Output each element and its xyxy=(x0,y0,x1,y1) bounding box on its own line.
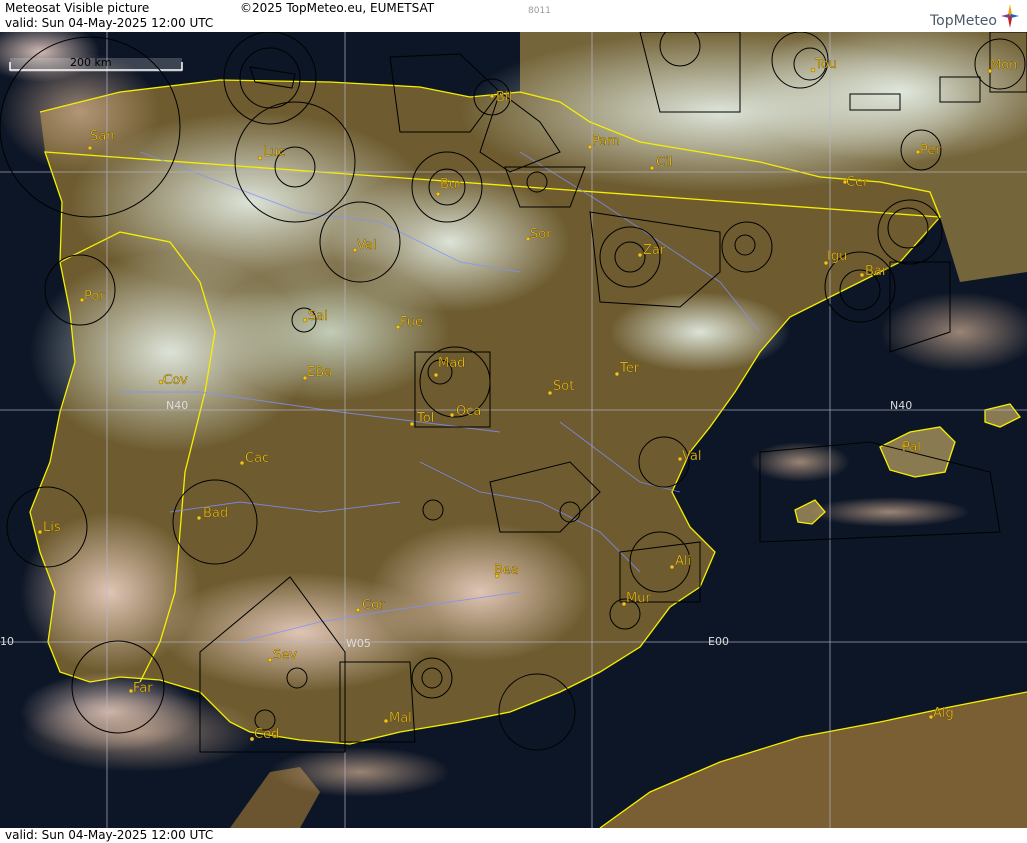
city-ali: Ali xyxy=(675,554,691,569)
scale-bar: 200 km xyxy=(9,56,183,72)
city-cer: Cer xyxy=(846,175,869,190)
city-mon: Mon xyxy=(990,58,1017,73)
city-per: Per xyxy=(920,143,941,158)
label-lat-n40-left: N40 xyxy=(166,399,188,412)
city-sev: Sev xyxy=(273,648,297,663)
city-ter: Ter xyxy=(619,361,640,376)
scale-label: 200 km xyxy=(70,56,112,69)
city-pal: Pal xyxy=(902,440,921,455)
city-pam: Pam xyxy=(592,134,620,149)
city-tol: Tol xyxy=(416,411,434,426)
map-svg: N40 N40 W05 E00 10 200 km San Luc Bil Pa… xyxy=(0,32,1027,828)
city-valencia: Val xyxy=(682,449,701,464)
topmeteo-logo[interactable]: TopMeteo xyxy=(901,2,1021,30)
city-bur: Bur xyxy=(440,177,463,192)
city-mal: Mal xyxy=(389,711,412,726)
copyright-text: ©2025 TopMeteo.eu, EUMETSAT xyxy=(240,1,435,15)
city-cov: Cov xyxy=(163,373,188,388)
valid-time: valid: Sun 04-May-2025 12:00 UTC xyxy=(5,16,214,30)
city-bad: Bad xyxy=(203,506,228,521)
label-lon-w10: 10 xyxy=(0,635,14,648)
city-san: San xyxy=(90,129,114,144)
label-lon-w05: W05 xyxy=(346,637,371,650)
label-lat-n40-right: N40 xyxy=(890,399,912,412)
city-mur: Mur xyxy=(626,591,651,606)
city-sal: Sal xyxy=(308,309,328,324)
city-sot: Sot xyxy=(553,379,574,394)
city-bar: Bar xyxy=(865,264,888,279)
city-igu: Igu xyxy=(827,249,847,264)
city-alg: Alg xyxy=(933,706,954,721)
satellite-map[interactable]: N40 N40 W05 E00 10 200 km San Luc Bil Pa… xyxy=(0,32,1027,828)
image-title: Meteosat Visible picture xyxy=(5,1,150,15)
city-luc: Luc xyxy=(263,145,285,160)
city-lis: Lis xyxy=(43,520,61,535)
city-sor: Sor xyxy=(530,227,552,242)
city-ced: Ced xyxy=(254,727,279,742)
city-cor: Cor xyxy=(362,598,385,613)
city-por: Por xyxy=(84,289,105,304)
city-tou: Tou xyxy=(814,57,837,72)
image-id: 8011 xyxy=(528,6,551,16)
compass-star-icon xyxy=(1001,4,1019,28)
city-bil: Bil xyxy=(496,90,512,105)
brand-name: TopMeteo xyxy=(930,13,997,29)
header-bar: Meteosat Visible picture valid: Sun 04-M… xyxy=(0,0,1027,32)
city-fue: Fue xyxy=(400,315,423,330)
city-far: Far xyxy=(133,681,153,696)
label-lon-e00: E00 xyxy=(708,635,729,648)
footer-valid-time: valid: Sun 04-May-2025 12:00 UTC xyxy=(5,828,214,842)
city-oca: Oca xyxy=(456,404,481,419)
city-valladolid: Val xyxy=(357,238,376,253)
footer-bar: valid: Sun 04-May-2025 12:00 UTC xyxy=(0,828,1027,843)
city-zar: Zar xyxy=(643,243,666,258)
city-mad: Mad xyxy=(438,356,465,371)
city-eba: EBa xyxy=(307,365,332,380)
city-cil: Cil xyxy=(656,155,672,170)
city-cac: Cac xyxy=(245,451,269,466)
city-bea: Bea xyxy=(494,563,519,578)
